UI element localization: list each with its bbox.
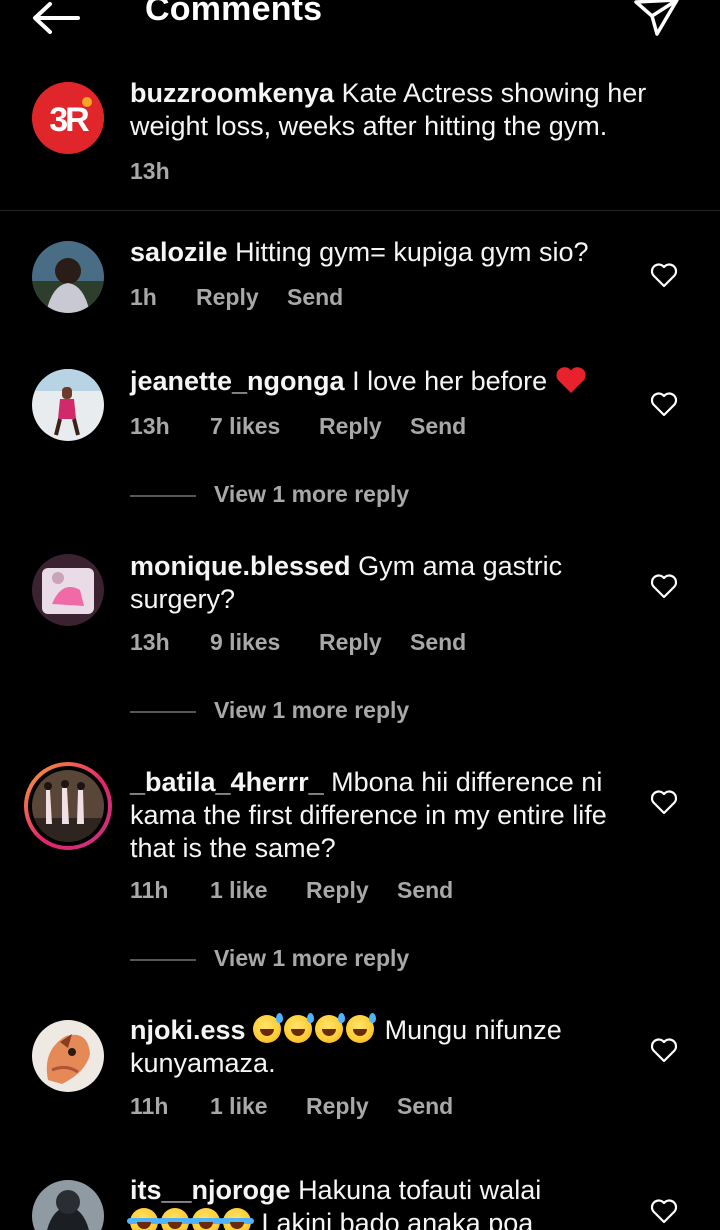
view-more-replies[interactable]: View 1 more reply: [130, 945, 530, 975]
face-with-tears-of-joy-emoji: [220, 1208, 254, 1230]
comment-text: njoki.ess Mungu nifunze kunyamaza.: [130, 1013, 650, 1080]
avatar[interactable]: [32, 241, 104, 313]
comment-text: _batila_4herrr_ Mbona hii difference ni …: [130, 766, 650, 865]
heart-outline-icon: [650, 392, 678, 417]
comment-username[interactable]: njoki.ess: [130, 1015, 246, 1045]
comments-screen: Comments 3R buzzroomkenya Kate Actress s…: [0, 0, 720, 1230]
reply-button[interactable]: Reply: [306, 1093, 369, 1120]
profile-photo: [32, 1020, 104, 1092]
profile-photo: [32, 770, 104, 842]
back-button[interactable]: [30, 0, 82, 38]
like-button[interactable]: [650, 573, 678, 599]
comment-text: monique.blessed Gym ama gastric surgery?: [130, 550, 650, 616]
direct-message-button[interactable]: [632, 0, 682, 38]
heart-outline-icon: [650, 1199, 678, 1224]
header: Comments: [0, 0, 720, 50]
comment-username[interactable]: _batila_4herrr_: [130, 767, 324, 797]
grinning-face-with-sweat-emoji: [253, 1013, 284, 1043]
caption-text: buzzroomkenya Kate Actress showing her w…: [130, 77, 650, 143]
avatar[interactable]: [32, 554, 104, 626]
caption-username[interactable]: buzzroomkenya: [130, 78, 334, 108]
avatar[interactable]: 3R: [32, 82, 104, 154]
likes-count[interactable]: 7 likes: [210, 413, 280, 440]
caption-time: 13h: [130, 158, 170, 184]
grinning-face-with-sweat-emoji: [284, 1013, 315, 1043]
comment-time: 1h: [130, 284, 157, 310]
comment-text: its__njoroge Hakuna tofauti walai Lakini…: [127, 1174, 650, 1230]
likes-count[interactable]: 1 like: [210, 1093, 268, 1120]
comment-time: 13h: [130, 629, 170, 655]
comment-body: Hakuna tofauti walai: [298, 1175, 542, 1205]
like-button[interactable]: [650, 1037, 678, 1063]
send-button[interactable]: Send: [410, 629, 466, 656]
heart-outline-icon: [650, 574, 678, 599]
divider: [130, 959, 196, 961]
paper-plane-icon: [634, 0, 679, 36]
comment-text: jeanette_ngonga I love her before: [130, 365, 650, 398]
divider: [130, 495, 196, 497]
comment-time: 13h: [130, 413, 170, 439]
view-more-replies[interactable]: View 1 more reply: [130, 697, 530, 727]
likes-count[interactable]: 1 like: [210, 877, 268, 904]
comment-time: 11h: [130, 877, 169, 903]
buzzroom-logo: 3R: [32, 82, 104, 154]
avatar[interactable]: [32, 1180, 104, 1230]
avatar[interactable]: [32, 1020, 104, 1092]
comment-username[interactable]: jeanette_ngonga: [130, 366, 345, 396]
comment-username[interactable]: salozile: [130, 237, 228, 267]
red-heart-emoji: [556, 367, 586, 393]
like-button[interactable]: [650, 1198, 678, 1224]
story-ring-avatar[interactable]: [24, 762, 112, 850]
comment-username[interactable]: monique.blessed: [130, 551, 351, 581]
like-button[interactable]: [650, 789, 678, 815]
comment-body: Hitting gym= kupiga gym sio?: [235, 237, 589, 267]
avatar[interactable]: [32, 369, 104, 441]
comment-username[interactable]: its__njoroge: [130, 1175, 291, 1205]
send-button[interactable]: Send: [397, 877, 453, 904]
reply-button[interactable]: Reply: [319, 629, 382, 656]
profile-photo: [32, 1180, 104, 1230]
view-replies-label[interactable]: View 1 more reply: [214, 945, 409, 972]
grinning-face-with-sweat-emoji: [315, 1013, 346, 1043]
reply-button[interactable]: Reply: [319, 413, 382, 440]
arrow-left-icon: [33, 2, 80, 34]
heart-outline-icon: [650, 1038, 678, 1063]
face-with-tears-of-joy-emoji: [127, 1208, 161, 1230]
heart-outline-icon: [650, 790, 678, 815]
comment-item: its__njoroge Hakuna tofauti walai Lakini…: [0, 1174, 720, 1230]
send-button[interactable]: Send: [397, 1093, 453, 1120]
grinning-face-with-sweat-emoji: [346, 1013, 377, 1043]
comment-body-line2: Lakini bado anaka poa: [261, 1208, 534, 1230]
divider: [130, 711, 196, 713]
face-with-tears-of-joy-emoji: [189, 1208, 223, 1230]
send-button[interactable]: Send: [410, 413, 466, 440]
profile-photo: [32, 369, 104, 441]
page-title: Comments: [145, 0, 323, 28]
reply-button[interactable]: Reply: [306, 877, 369, 904]
like-button[interactable]: [650, 262, 678, 288]
reply-button[interactable]: Reply: [196, 284, 259, 311]
face-with-tears-of-joy-emoji: [158, 1208, 192, 1230]
like-button[interactable]: [650, 391, 678, 417]
view-replies-label[interactable]: View 1 more reply: [214, 697, 409, 724]
view-replies-label[interactable]: View 1 more reply: [214, 481, 409, 508]
post-caption: 3R buzzroomkenya Kate Actress showing he…: [0, 70, 720, 211]
comment-text: salozile Hitting gym= kupiga gym sio?: [130, 236, 650, 269]
likes-count[interactable]: 9 likes: [210, 629, 280, 656]
profile-photo: [32, 241, 104, 313]
comment-time: 11h: [130, 1093, 169, 1119]
comment-body: I love her before: [352, 366, 548, 396]
profile-photo: [32, 554, 104, 626]
heart-outline-icon: [650, 263, 678, 288]
view-more-replies[interactable]: View 1 more reply: [130, 481, 530, 511]
svg-text:3R: 3R: [49, 101, 89, 139]
send-button[interactable]: Send: [287, 284, 343, 311]
